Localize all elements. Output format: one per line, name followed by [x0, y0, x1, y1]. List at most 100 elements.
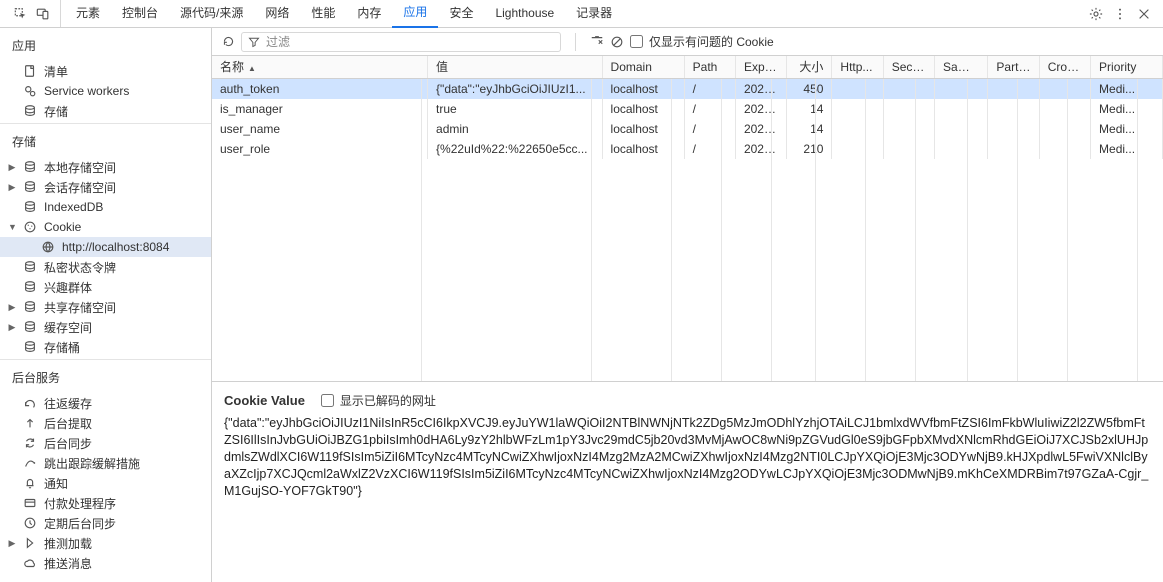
sidebar-item-推测加载[interactable]: ▶推测加载 — [0, 533, 211, 553]
col-Same...[interactable]: Same... — [935, 56, 988, 78]
col-Partit...[interactable]: Partit... — [988, 56, 1039, 78]
col-Secure[interactable]: Secure — [883, 56, 934, 78]
sidebar-item-往返缓存[interactable]: 往返缓存 — [0, 393, 211, 413]
sidebar-item-label: 推送消息 — [44, 555, 92, 572]
device-toggle-icon[interactable] — [36, 7, 50, 21]
col-Expir...[interactable]: Expir... — [735, 56, 786, 78]
only-issues-row[interactable]: 仅显示有问题的 Cookie — [630, 33, 774, 50]
toolbar: 过滤 仅显示有问题的 Cookie — [212, 28, 1163, 56]
sidebar-item-后台提取[interactable]: 后台提取 — [0, 413, 211, 433]
sidebar-section-存储: 存储 — [0, 126, 211, 157]
cell: Medi... — [1091, 79, 1163, 99]
gear-icon[interactable] — [1089, 7, 1103, 21]
sidebar-item-label: 本地存储空间 — [44, 159, 116, 176]
tab-源代码/来源[interactable]: 源代码/来源 — [169, 0, 254, 27]
col-大小[interactable]: 大小 — [787, 56, 832, 78]
table-row[interactable]: auth_token{"data":"eyJhbGciOiJIUzI1...lo… — [212, 79, 1163, 99]
chevron-right-icon: ▶ — [8, 322, 16, 333]
clock-icon — [23, 516, 37, 530]
col-Cross...[interactable]: Cross... — [1039, 56, 1090, 78]
sidebar-item-付款处理程序[interactable]: 付款处理程序 — [0, 493, 211, 513]
decode-row[interactable]: 显示已解码的网址 — [321, 392, 436, 409]
only-issues-label: 仅显示有问题的 Cookie — [649, 33, 774, 50]
sidebar-item-存储[interactable]: 存储 — [0, 101, 211, 121]
decode-checkbox[interactable] — [321, 394, 334, 407]
tab-安全[interactable]: 安全 — [438, 0, 484, 27]
sidebar-item-label: 共享存储空间 — [44, 299, 116, 316]
table-row[interactable]: user_role{%22uId%22:%22650e5cc...localho… — [212, 139, 1163, 159]
sidebar-item-Service workers[interactable]: Service workers — [0, 81, 211, 101]
table-row[interactable]: user_nameadminlocalhost/2024...14Medi... — [212, 119, 1163, 139]
cell — [1039, 139, 1090, 159]
cell — [832, 79, 883, 99]
sidebar-item-label: 推测加载 — [44, 535, 92, 552]
filter-input-wrap[interactable]: 过滤 — [241, 32, 561, 52]
sidebar-item-共享存储空间[interactable]: ▶共享存储空间 — [0, 297, 211, 317]
sidebar-item-清单[interactable]: 清单 — [0, 61, 211, 81]
cell: 14 — [787, 119, 832, 139]
sidebar-item-后台同步[interactable]: 后台同步 — [0, 433, 211, 453]
tab-内存[interactable]: 内存 — [346, 0, 392, 27]
cell — [988, 119, 1039, 139]
sidebar-item-兴趣群体[interactable]: 兴趣群体 — [0, 277, 211, 297]
col-Domain[interactable]: Domain — [602, 56, 684, 78]
tab-记录器[interactable]: 记录器 — [565, 0, 623, 27]
tab-Lighthouse[interactable]: Lighthouse — [484, 0, 565, 27]
db-icon — [23, 160, 37, 174]
tabbar-right-controls — [1077, 0, 1163, 27]
sidebar-item-label: 清单 — [44, 63, 68, 80]
filter-icon — [248, 36, 260, 48]
sidebar-item-IndexedDB[interactable]: IndexedDB — [0, 197, 211, 217]
sidebar-item-跳出跟踪缓解措施[interactable]: 跳出跟踪缓解措施 — [0, 453, 211, 473]
clear-all-icon[interactable] — [610, 35, 624, 49]
cell: 2024... — [735, 79, 786, 99]
detail-value[interactable]: {"data":"eyJhbGciOiJIUzI1NiIsInR5cCI6Ikp… — [224, 415, 1151, 499]
col-Path[interactable]: Path — [684, 56, 735, 78]
sort-asc-icon: ▲ — [248, 64, 256, 73]
cell: 14 — [787, 99, 832, 119]
tab-应用[interactable]: 应用 — [392, 0, 438, 28]
cell: user_name — [212, 119, 428, 139]
sidebar-item-http://localhost:8084[interactable]: http://localhost:8084 — [0, 237, 211, 257]
only-issues-checkbox[interactable] — [630, 35, 643, 48]
tab-网络[interactable]: 网络 — [254, 0, 300, 27]
sidebar-item-会话存储空间[interactable]: ▶会话存储空间 — [0, 177, 211, 197]
inspect-icon[interactable] — [14, 7, 28, 21]
sidebar-item-本地存储空间[interactable]: ▶本地存储空间 — [0, 157, 211, 177]
kebab-icon[interactable] — [1113, 7, 1127, 21]
tab-控制台[interactable]: 控制台 — [111, 0, 169, 27]
col-值[interactable]: 值 — [428, 56, 602, 78]
clear-filter-icon[interactable] — [590, 35, 604, 49]
db-icon — [23, 340, 37, 354]
filter-input[interactable]: 过滤 — [266, 33, 290, 50]
tab-元素[interactable]: 元素 — [65, 0, 111, 27]
cell: is_manager — [212, 99, 428, 119]
table-row[interactable]: is_managertruelocalhost/2024...14Medi... — [212, 99, 1163, 119]
cell: {%22uId%22:%22650e5cc... — [428, 139, 602, 159]
sidebar-item-私密状态令牌[interactable]: 私密状态令牌 — [0, 257, 211, 277]
sidebar-item-label: 跳出跟踪缓解措施 — [44, 455, 140, 472]
sidebar-item-定期后台同步[interactable]: 定期后台同步 — [0, 513, 211, 533]
cell: 2024... — [735, 119, 786, 139]
sidebar-item-存储桶[interactable]: 存储桶 — [0, 337, 211, 357]
cell: 2024... — [735, 139, 786, 159]
cell — [883, 139, 934, 159]
cell — [935, 79, 988, 99]
col-Http...[interactable]: Http... — [832, 56, 883, 78]
sidebar-item-缓存空间[interactable]: ▶缓存空间 — [0, 317, 211, 337]
sidebar-item-Cookie[interactable]: ▼Cookie — [0, 217, 211, 237]
reload-icon[interactable] — [222, 35, 235, 48]
close-icon[interactable] — [1137, 7, 1151, 21]
sidebar-item-label: 兴趣群体 — [44, 279, 92, 296]
db-icon — [23, 180, 37, 194]
tab-性能[interactable]: 性能 — [300, 0, 346, 27]
cookies-table[interactable]: 名称▲值DomainPathExpir...大小Http...SecureSam… — [212, 56, 1163, 382]
devtools-tabbar: 元素控制台源代码/来源网络性能内存应用安全Lighthouse记录器 — [0, 0, 1163, 28]
sidebar-item-label: Cookie — [44, 220, 81, 234]
col-名称[interactable]: 名称▲ — [212, 56, 428, 78]
cell: Medi... — [1091, 139, 1163, 159]
sidebar[interactable]: 应用清单Service workers存储存储▶本地存储空间▶会话存储空间Ind… — [0, 28, 212, 582]
sidebar-item-通知[interactable]: 通知 — [0, 473, 211, 493]
col-Priority[interactable]: Priority — [1091, 56, 1163, 78]
sidebar-item-推送消息[interactable]: 推送消息 — [0, 553, 211, 573]
